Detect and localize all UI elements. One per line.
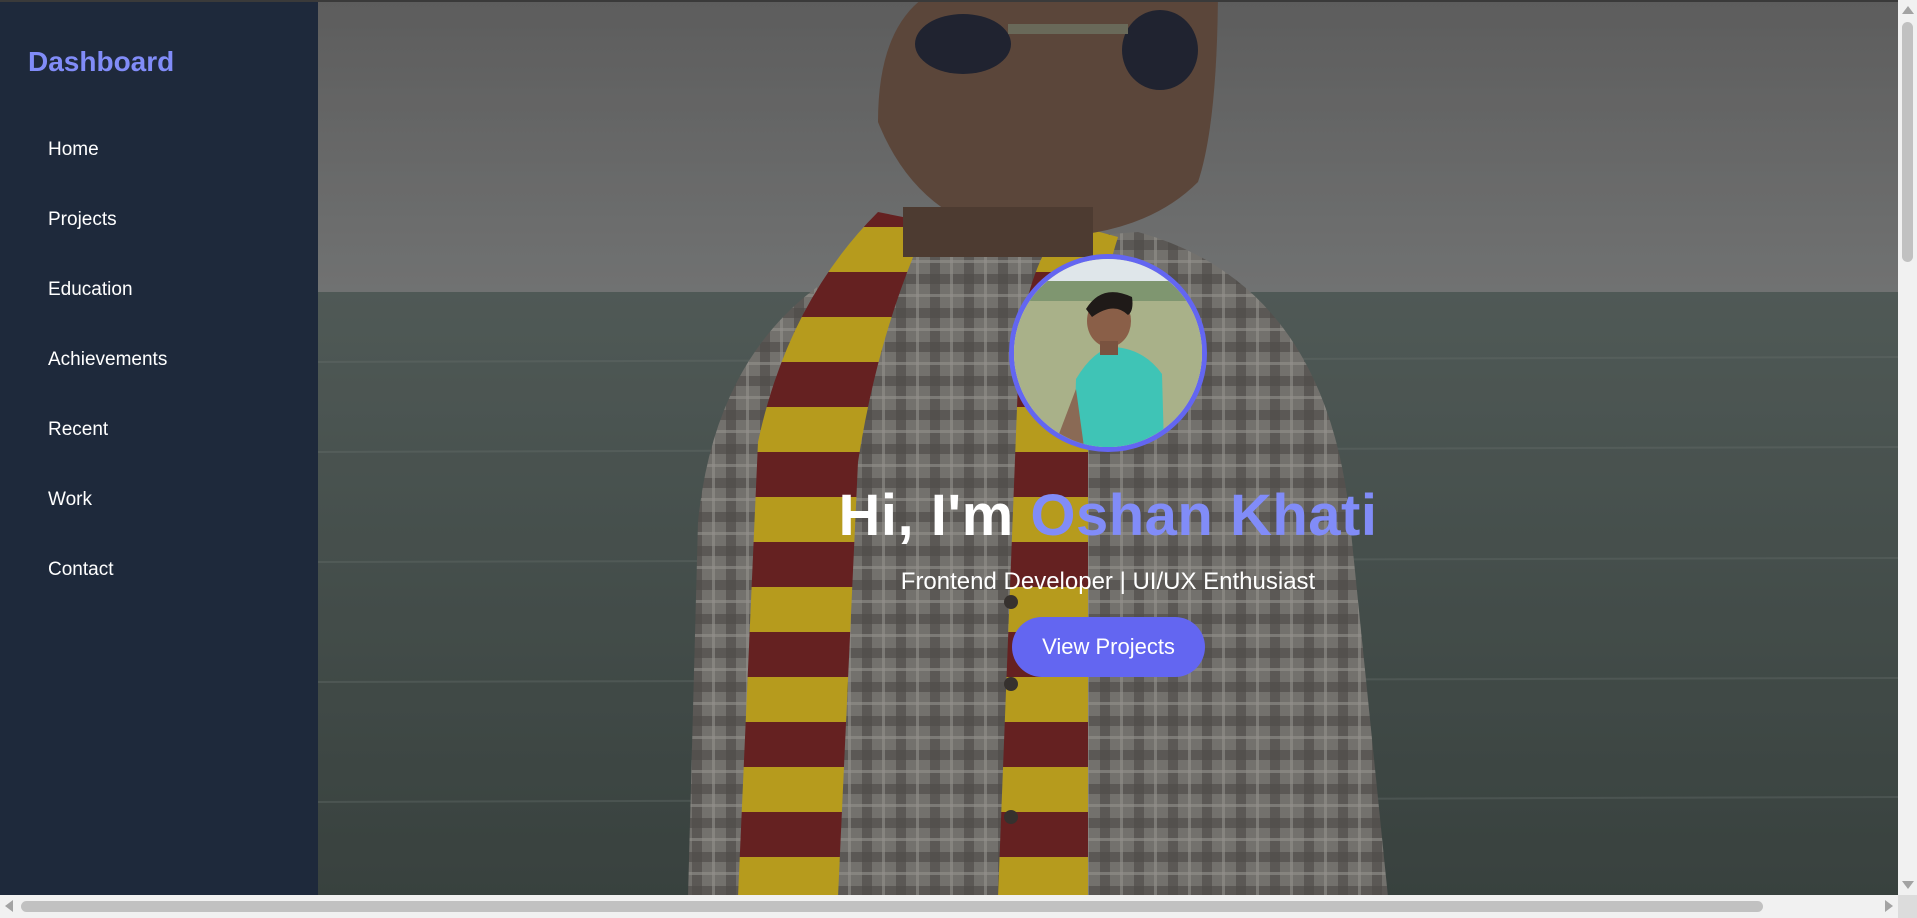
sidebar-item-recent[interactable]: Recent (48, 412, 167, 482)
sidebar: Dashboard Home Projects Education Achiev… (0, 2, 318, 897)
horizontal-scroll-thumb[interactable] (21, 901, 1763, 912)
scroll-down-arrow-icon[interactable] (1902, 881, 1914, 889)
sidebar-item-achievements[interactable]: Achievements (48, 342, 167, 412)
horizontal-scrollbar[interactable] (0, 895, 1898, 918)
hero-headline: Hi, I'm Oshan Khati (318, 482, 1898, 549)
sidebar-item-home[interactable]: Home (48, 132, 167, 202)
vertical-scroll-thumb[interactable] (1902, 22, 1913, 262)
sidebar-item-contact[interactable]: Contact (48, 552, 167, 622)
avatar (1009, 254, 1207, 452)
view-projects-button[interactable]: View Projects (1012, 617, 1205, 677)
sidebar-item-education[interactable]: Education (48, 272, 167, 342)
sidebar-nav: Home Projects Education Achievements Rec… (48, 132, 167, 622)
hero-tagline: Frontend Developer | UI/UX Enthusiast (900, 568, 1316, 595)
hero-greeting: Hi, I'm (838, 483, 1014, 548)
scrollbar-corner (1898, 895, 1917, 918)
scroll-up-arrow-icon[interactable] (1902, 6, 1914, 14)
sidebar-item-work[interactable]: Work (48, 482, 167, 552)
profile-photo (1014, 259, 1202, 447)
vertical-scrollbar[interactable] (1898, 0, 1917, 895)
page: Dashboard Home Projects Education Achiev… (0, 0, 1898, 897)
sidebar-brand[interactable]: Dashboard (28, 46, 174, 78)
hero-section: Hi, I'm Oshan Khati Frontend Developer |… (318, 2, 1898, 897)
hero-name: Oshan Khati (1030, 483, 1378, 548)
scroll-right-arrow-icon[interactable] (1885, 900, 1893, 912)
scroll-left-arrow-icon[interactable] (5, 900, 13, 912)
sidebar-item-projects[interactable]: Projects (48, 202, 167, 272)
